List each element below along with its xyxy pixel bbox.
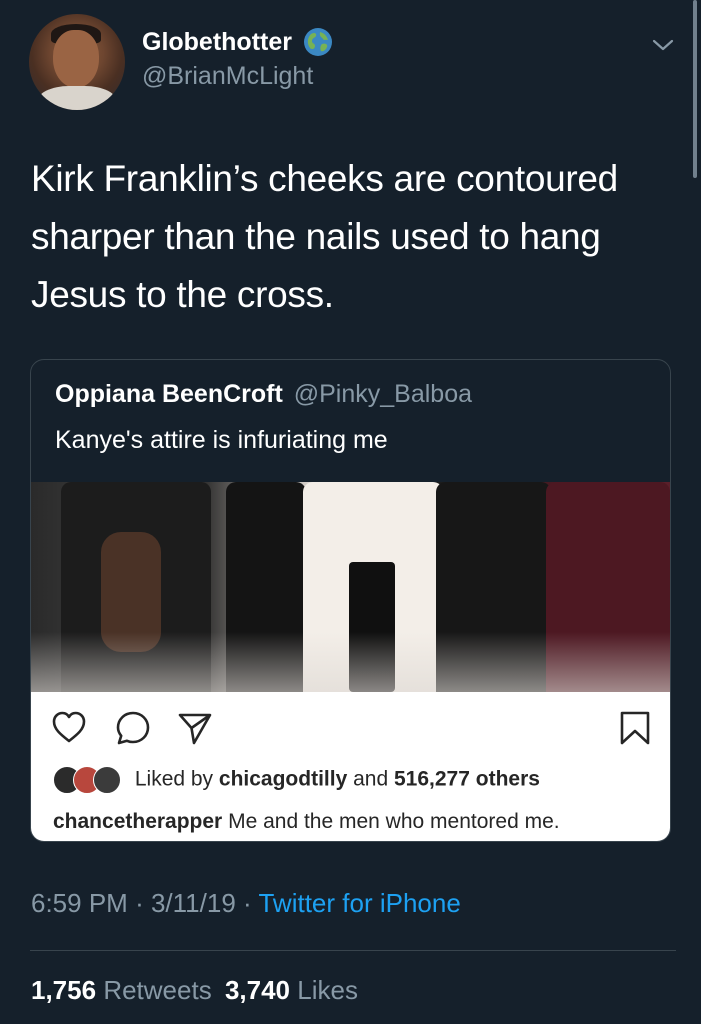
quoted-display-name: Oppiana BeenCroft: [55, 380, 283, 408]
post-caption: chancetherapper Me and the men who mento…: [53, 810, 560, 834]
liker-avatars: [53, 766, 123, 794]
quoted-tweet-text: Kanye's attire is infuriating me: [55, 426, 388, 454]
scrollbar[interactable]: [693, 0, 697, 178]
chevron-down-icon[interactable]: [651, 36, 675, 54]
tweet-date: 3/11/19: [150, 888, 236, 918]
likes-count: 3,740: [224, 975, 291, 1005]
tweet-text: Kirk Franklin’s cheeks are contoured sha…: [31, 158, 618, 315]
liked-by-count[interactable]: 516,277 others: [394, 768, 540, 791]
quoted-tweet-header: Oppiana BeenCroft @Pinky_Balboa: [55, 380, 472, 409]
tweet-source-link[interactable]: Twitter for iPhone: [258, 888, 460, 918]
share-icon[interactable]: [177, 710, 213, 746]
quoted-handle: @Pinky_Balboa: [293, 380, 473, 408]
divider: [30, 950, 676, 951]
author-name-block[interactable]: Globethotter @BrianMcLight: [142, 26, 334, 91]
caption-text: Me and the men who mentored me.: [228, 810, 560, 833]
post-likes-line[interactable]: Liked by chicagodtilly and 516,277 other…: [53, 766, 540, 794]
post-photo[interactable]: [31, 482, 670, 692]
retweets-label: Retweets: [103, 975, 212, 1005]
bookmark-icon[interactable]: [619, 710, 651, 746]
retweets-stat[interactable]: 1,756 Retweets: [31, 975, 219, 1005]
liked-by-prefix: Liked by: [134, 767, 214, 791]
likes-label: Likes: [297, 975, 358, 1005]
embedded-instagram-screenshot[interactable]: Liked by chicagodtilly and 516,277 other…: [31, 482, 670, 841]
comment-icon[interactable]: [115, 710, 151, 746]
heart-icon[interactable]: [51, 710, 87, 744]
liked-by-user[interactable]: chicagodtilly: [219, 768, 347, 791]
meta-separator: ·: [135, 888, 144, 918]
retweets-count: 1,756: [31, 975, 97, 1005]
caption-user[interactable]: chancetherapper: [53, 810, 222, 833]
tweet-time: 6:59 PM: [31, 888, 128, 918]
tweet-meta: 6:59 PM · 3/11/19 · Twitter for iPhone: [31, 888, 461, 919]
author-avatar[interactable]: [29, 14, 125, 110]
author-handle[interactable]: @BrianMcLight: [142, 62, 334, 91]
globe-icon: [304, 28, 333, 56]
likes-stat[interactable]: 3,740 Likes: [225, 975, 358, 1005]
author-display-name[interactable]: Globethotter: [142, 28, 292, 57]
meta-separator: ·: [243, 888, 252, 918]
post-action-bar: [31, 700, 670, 756]
liked-by-and: and: [353, 767, 389, 791]
quoted-tweet-card[interactable]: Oppiana BeenCroft @Pinky_Balboa Kanye's …: [30, 359, 671, 842]
tweet-stats: 1,756 Retweets 3,740 Likes: [31, 975, 358, 1006]
